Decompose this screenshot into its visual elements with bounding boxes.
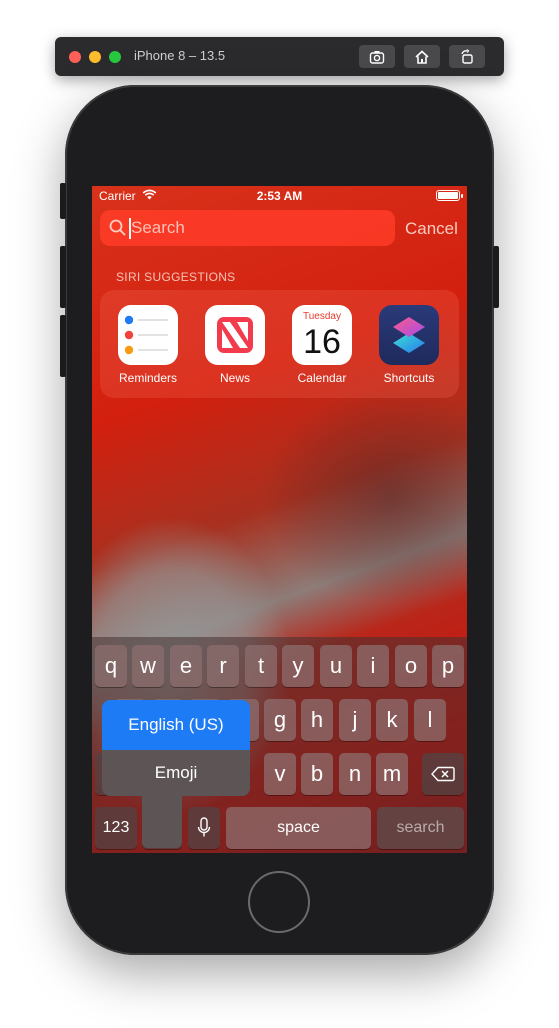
language-option-emoji[interactable]: Emoji xyxy=(102,750,250,796)
wallpaper-shade xyxy=(262,386,467,606)
key-g[interactable]: g xyxy=(264,699,296,741)
phone-screen: Carrier 2:53 AM Search Cancel SIRI SUGGE… xyxy=(92,186,467,853)
app-label: Shortcuts xyxy=(383,371,435,385)
key-l[interactable]: l xyxy=(414,699,446,741)
search-key[interactable]: search xyxy=(377,807,464,849)
screenshot-icon xyxy=(369,50,385,64)
key-h[interactable]: h xyxy=(301,699,333,741)
app-calendar[interactable]: Tuesday 16 Calendar xyxy=(282,305,362,385)
cancel-button[interactable]: Cancel xyxy=(405,219,458,239)
app-shortcuts[interactable]: Shortcuts xyxy=(369,305,449,385)
siri-suggestions-card: Reminders News Tuesday 16 Calendar Short… xyxy=(100,290,459,398)
app-reminders[interactable]: Reminders xyxy=(108,305,188,385)
key-q[interactable]: q xyxy=(95,645,127,687)
search-icon xyxy=(109,219,126,236)
key-r[interactable]: r xyxy=(207,645,239,687)
calendar-icon: Tuesday 16 xyxy=(292,305,352,365)
key-i[interactable]: i xyxy=(357,645,389,687)
calendar-weekday: Tuesday xyxy=(303,311,341,322)
app-label: Calendar xyxy=(297,371,347,385)
rotate-icon xyxy=(461,48,473,64)
key-v[interactable]: v xyxy=(264,753,296,795)
key-k[interactable]: k xyxy=(376,699,408,741)
reminders-icon xyxy=(118,305,178,365)
key-o[interactable]: o xyxy=(395,645,427,687)
key-y[interactable]: y xyxy=(282,645,314,687)
app-news[interactable]: News xyxy=(195,305,275,385)
backspace-icon xyxy=(431,766,455,782)
menu-stem xyxy=(142,792,182,848)
screenshot-button[interactable] xyxy=(359,45,395,68)
simulator-titlebar: iPhone 8 – 13.5 xyxy=(55,37,504,76)
siri-suggestions-header: SIRI SUGGESTIONS xyxy=(116,270,236,284)
news-icon xyxy=(205,305,265,365)
home-icon xyxy=(415,49,429,64)
search-placeholder: Search xyxy=(131,218,185,237)
volume-up-button xyxy=(60,246,66,308)
calendar-day: 16 xyxy=(303,323,341,361)
language-list: English (US) Emoji xyxy=(102,700,250,796)
volume-down-button xyxy=(60,315,66,377)
mute-switch xyxy=(60,183,66,219)
simulator-title: iPhone 8 – 13.5 xyxy=(134,48,226,63)
search-field[interactable]: Search xyxy=(100,210,395,246)
status-bar: Carrier 2:53 AM xyxy=(92,186,467,206)
key-m[interactable]: m xyxy=(376,753,408,795)
power-button xyxy=(493,246,499,308)
shortcuts-icon xyxy=(379,305,439,365)
app-label: Reminders xyxy=(118,371,178,385)
key-w[interactable]: w xyxy=(132,645,164,687)
battery-icon xyxy=(436,190,463,201)
minimize-window-button[interactable] xyxy=(89,51,101,63)
home-toolbar-button[interactable] xyxy=(404,45,440,68)
key-b[interactable]: b xyxy=(301,753,333,795)
home-button[interactable] xyxy=(248,871,310,933)
close-window-button[interactable] xyxy=(69,51,81,63)
status-time: 2:53 AM xyxy=(256,189,303,203)
delete-key[interactable] xyxy=(422,753,464,795)
language-option-english[interactable]: English (US) xyxy=(102,700,250,750)
rotate-button[interactable] xyxy=(449,45,485,68)
key-p[interactable]: p xyxy=(432,645,464,687)
key-e[interactable]: e xyxy=(170,645,202,687)
zoom-window-button[interactable] xyxy=(109,51,121,63)
key-j[interactable]: j xyxy=(339,699,371,741)
key-u[interactable]: u xyxy=(320,645,352,687)
keyboard-language-menu: English (US) Emoji xyxy=(102,700,250,850)
key-n[interactable]: n xyxy=(339,753,371,795)
app-label: News xyxy=(219,371,250,385)
key-t[interactable]: t xyxy=(245,645,277,687)
